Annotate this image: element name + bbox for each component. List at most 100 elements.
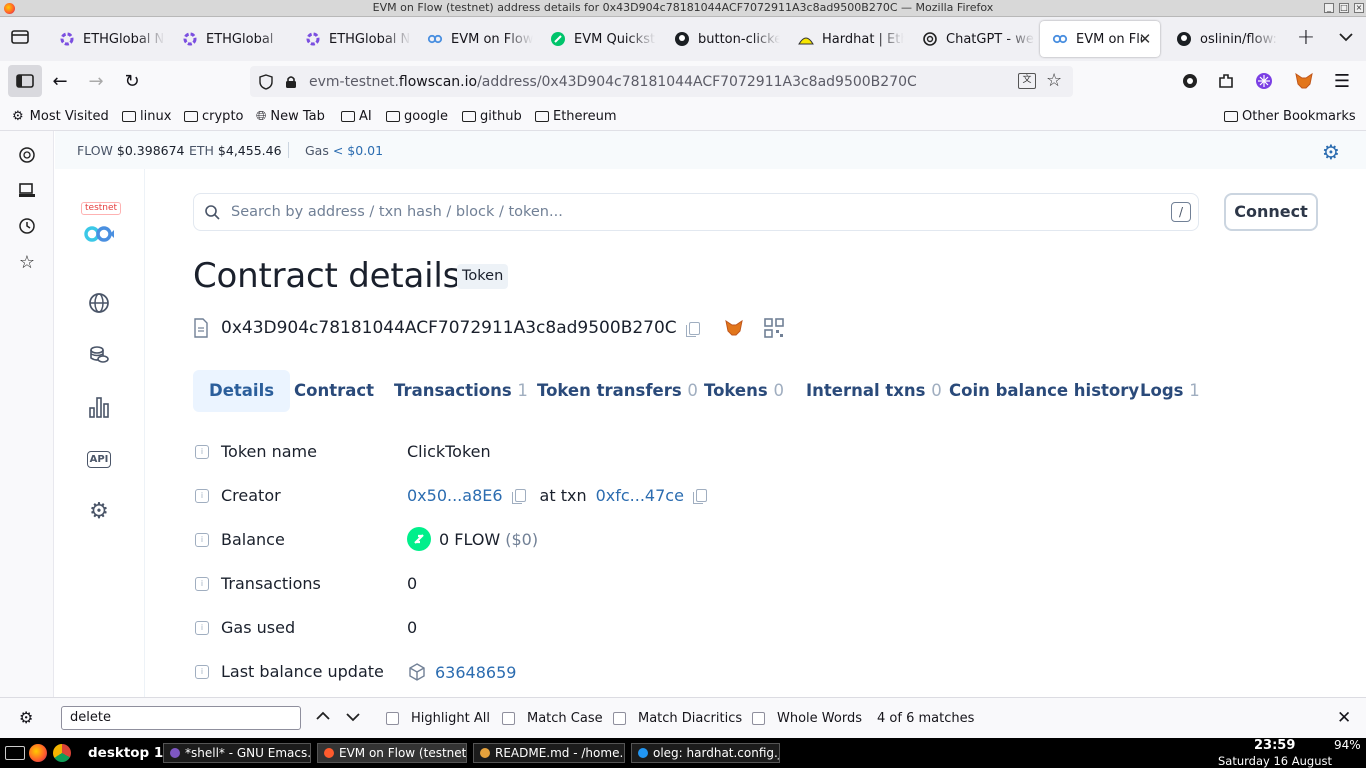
search-bar[interactable]: Search by address / txn hash / block / t…	[193, 193, 1199, 231]
find-next-button[interactable]	[346, 711, 360, 726]
browser-tab[interactable]: ETHGlobal N	[47, 21, 165, 57]
browser-tab[interactable]: Hardhat | Eth	[786, 21, 904, 57]
taskbar-window[interactable]: oleg: hardhat.config.j...	[631, 743, 780, 763]
history-button[interactable]	[17, 216, 37, 236]
find-input[interactable]: delete	[61, 706, 301, 730]
bookmark-new-tab[interactable]: 🌐︎ New Tab	[256, 107, 325, 125]
nav-api-button[interactable]: API	[86, 447, 112, 471]
browser-tab-active[interactable]: EVM on Flo ✕	[1040, 21, 1160, 57]
reload-button[interactable]: ↻	[116, 65, 148, 97]
list-all-tabs-button[interactable]	[1330, 21, 1362, 53]
taskbar-window[interactable]: README.md - /home...	[473, 743, 625, 763]
bookmark-folder-ethereum[interactable]: Ethereum	[535, 107, 617, 125]
url-text[interactable]: evm-testnet.flowscan.io/address/0x43D904…	[309, 74, 917, 90]
folder-icon	[386, 110, 400, 122]
block-number-link[interactable]: 63648659	[435, 663, 516, 682]
info-icon[interactable]: i	[195, 577, 209, 591]
browser-tab[interactable]: ChatGPT - we	[910, 21, 1035, 57]
bookmark-folder-google[interactable]: google	[386, 107, 448, 125]
close-tab-icon[interactable]: ✕	[1136, 30, 1154, 48]
bookmark-folder-linux[interactable]: linux	[122, 107, 171, 125]
taskbar-window[interactable]: *shell* - GNU Emacs...	[163, 743, 311, 763]
search-input[interactable]: Search by address / txn hash / block / t…	[231, 204, 563, 220]
tab-coin-balance-history[interactable]: Coin balance history	[949, 370, 1139, 412]
detail-row-token-name: i Token name ClickToken	[193, 440, 1293, 464]
find-previous-button[interactable]	[316, 709, 330, 724]
tab-contract[interactable]: Contract	[294, 370, 374, 412]
whole-words-checkbox[interactable]: Whole Words	[752, 711, 862, 726]
maximize-window-button[interactable]: □	[1339, 3, 1349, 13]
bookmark-folder-github[interactable]: github	[462, 107, 522, 125]
token-name-link[interactable]: ClickToken	[407, 442, 491, 461]
browser-tab[interactable]: ETHGlobal	[170, 21, 288, 57]
match-case-checkbox[interactable]: Match Case	[502, 711, 603, 726]
nav-blockchain-button[interactable]	[87, 291, 111, 315]
copy-icon[interactable]	[511, 489, 526, 504]
bookmarks-sidebar-button[interactable]: ☆	[17, 252, 37, 273]
highlight-all-checkbox[interactable]: Highlight All	[386, 711, 490, 726]
app-menu-button[interactable]: ☰	[1326, 65, 1358, 97]
url-bar[interactable]: evm-testnet.flowscan.io/address/0x43D904…	[250, 66, 1073, 97]
extension-button[interactable]	[1248, 65, 1280, 97]
close-find-bar-icon[interactable]: ✕	[1337, 708, 1351, 728]
browser-tab[interactable]: EVM Quicksta	[538, 21, 656, 57]
last-balance-update-value: 63648659	[407, 662, 516, 682]
back-button[interactable]: ←	[44, 65, 76, 97]
info-icon[interactable]: i	[195, 489, 209, 503]
copy-icon[interactable]	[685, 321, 700, 337]
sidebar-toggle-button[interactable]	[8, 65, 42, 97]
nav-tokens-button[interactable]	[87, 343, 111, 367]
gas-price-stat[interactable]: Gas < $0.01	[305, 143, 383, 158]
new-tab-button[interactable]: +	[1290, 21, 1322, 53]
bookmark-most-visited[interactable]: ⚙ Most Visited	[12, 107, 109, 125]
close-window-button[interactable]: ×	[1354, 3, 1364, 13]
info-icon[interactable]: i	[195, 445, 209, 459]
metamask-fox-icon[interactable]	[724, 319, 744, 337]
synced-tabs-button[interactable]	[17, 181, 37, 201]
forward-button[interactable]: →	[80, 65, 112, 97]
chatbot-sidebar-button[interactable]	[17, 145, 37, 165]
nav-charts-button[interactable]	[87, 395, 111, 419]
translate-icon[interactable]: 文	[1018, 73, 1036, 89]
extension-button[interactable]	[1174, 65, 1206, 97]
show-desktop-icon[interactable]	[5, 746, 25, 760]
tab-token-transfers[interactable]: Token transfers 0	[537, 370, 698, 412]
browser-tab[interactable]: button-clicke	[662, 21, 780, 57]
chrome-launcher-icon[interactable]	[53, 744, 71, 762]
folder-icon	[535, 110, 549, 122]
creator-address-link[interactable]: 0x50...a8E6	[407, 486, 503, 505]
info-icon[interactable]: i	[195, 665, 209, 679]
tab-transactions[interactable]: Transactions 1	[394, 370, 528, 412]
bookmark-folder-crypto[interactable]: crypto	[184, 107, 244, 125]
browser-tab[interactable]: EVM on Flow	[415, 21, 533, 57]
tab-logs[interactable]: Logs 1	[1140, 370, 1200, 412]
nav-other-button[interactable]: ⚙	[87, 499, 111, 524]
extensions-button[interactable]	[1210, 65, 1242, 97]
firefox-launcher-icon[interactable]	[29, 744, 47, 762]
reload-icon: ↻	[124, 70, 140, 92]
copy-icon[interactable]	[692, 489, 707, 504]
qr-code-icon[interactable]	[763, 318, 784, 338]
tab-internal-txns[interactable]: Internal txns 0	[806, 370, 942, 412]
taskbar-window-active[interactable]: EVM on Flow (testnet...	[317, 743, 467, 763]
match-diacritics-checkbox[interactable]: Match Diacritics	[613, 711, 742, 726]
connect-wallet-button[interactable]: Connect	[1224, 193, 1318, 231]
settings-gear-icon[interactable]: ⚙	[1322, 140, 1340, 164]
creator-txn-link[interactable]: 0xfc...47ce	[596, 486, 684, 505]
firefox-view-button[interactable]	[4, 21, 36, 53]
flow-evm-logo-icon[interactable]	[83, 224, 115, 248]
bookmark-star-icon[interactable]: ☆	[1046, 70, 1062, 91]
info-icon[interactable]: i	[195, 621, 209, 635]
browser-tab[interactable]: oslinin/flow:	[1164, 21, 1278, 57]
metamask-button[interactable]	[1288, 65, 1320, 97]
info-icon[interactable]: i	[195, 533, 209, 547]
tab-tokens[interactable]: Tokens 0	[704, 370, 784, 412]
minimize-window-button[interactable]: _	[1324, 3, 1334, 13]
bookmark-folder-ai[interactable]: AI	[341, 107, 372, 125]
desktop-switcher[interactable]: desktop 1	[88, 745, 163, 761]
bookmark-folder-other[interactable]: Other Bookmarks	[1224, 107, 1356, 125]
web-page: FLOW $0.398674 ETH $4,455.46 Gas < $0.01…	[55, 131, 1366, 697]
browser-tab[interactable]: ETHGlobal N	[293, 21, 411, 57]
gear-icon[interactable]: ⚙	[19, 708, 33, 727]
tab-details[interactable]: Details	[193, 370, 291, 412]
